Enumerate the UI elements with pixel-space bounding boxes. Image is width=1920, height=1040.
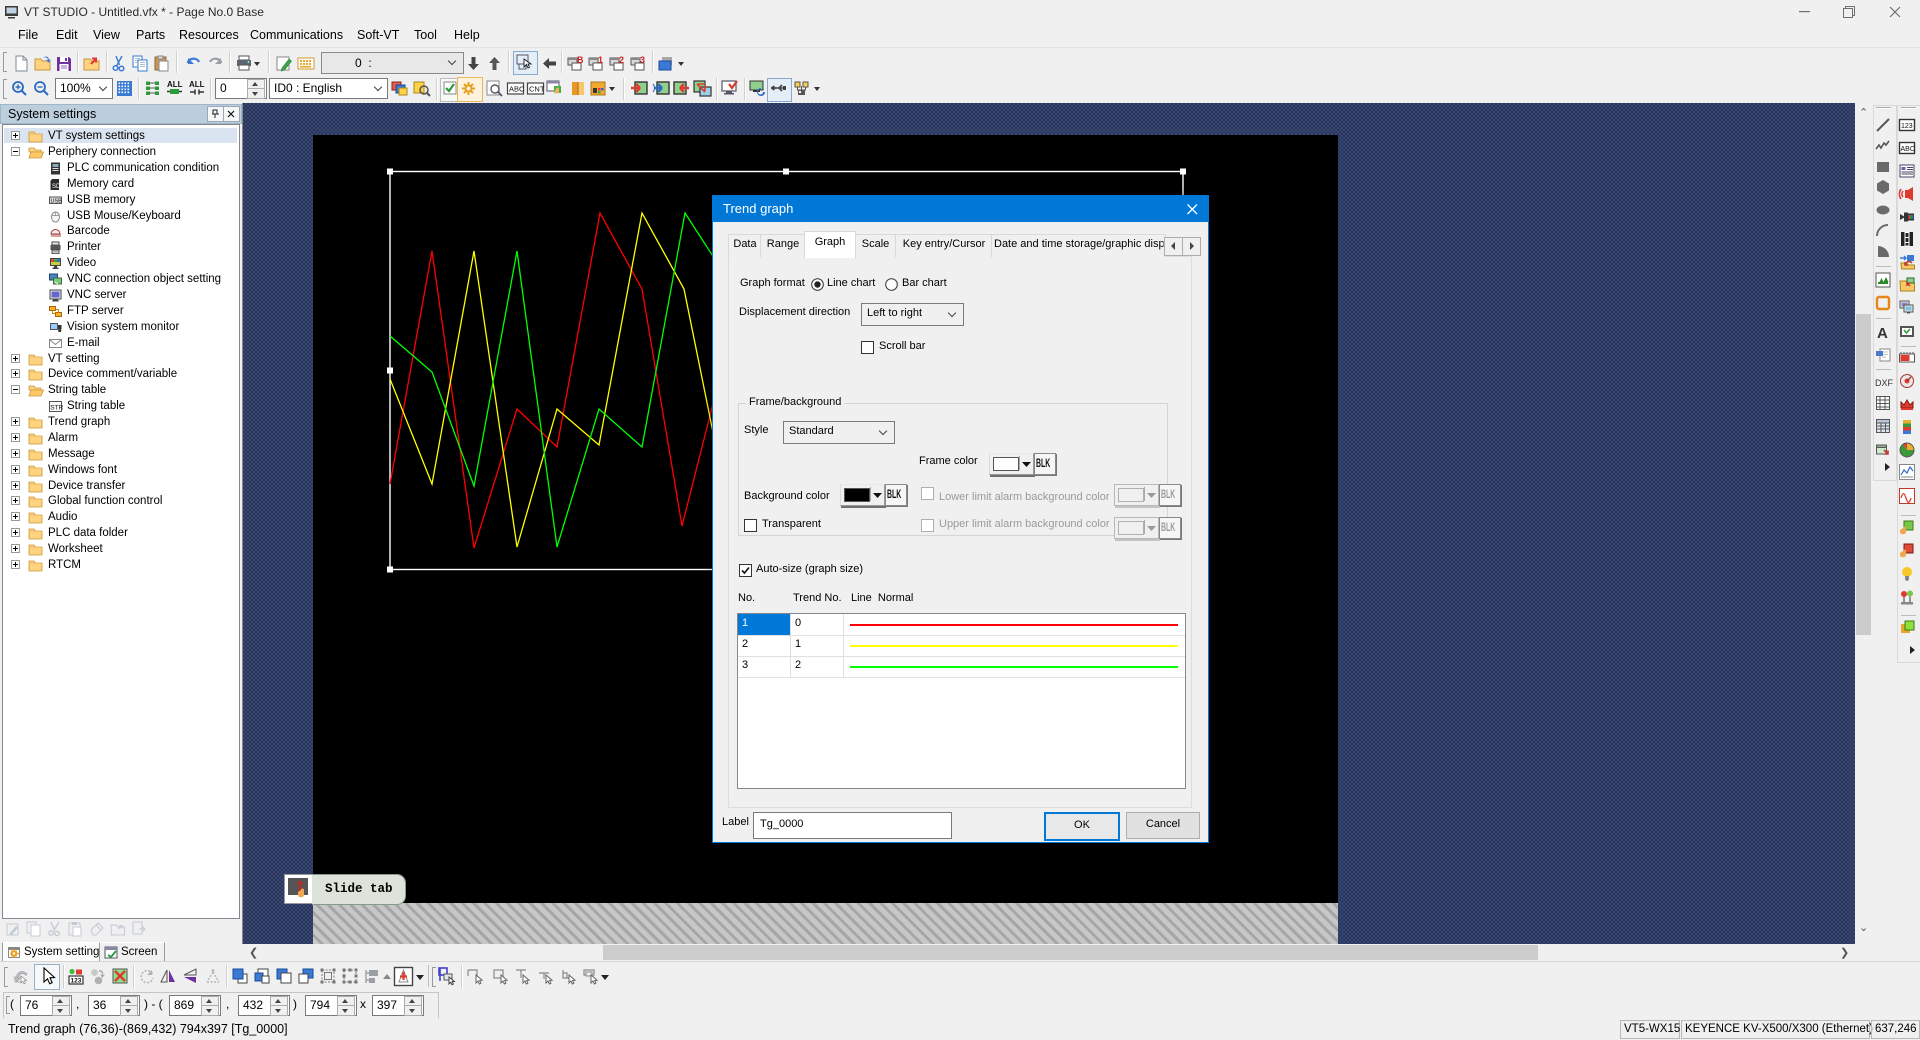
svg-text:3: 3 xyxy=(640,55,645,65)
svg-text:USB: USB xyxy=(51,199,63,205)
svg-text:1: 1 xyxy=(598,55,603,65)
svg-text:2: 2 xyxy=(619,55,624,65)
svg-text:CNT: CNT xyxy=(529,85,545,94)
svg-text:STR: STR xyxy=(50,405,63,412)
svg-text:A: A xyxy=(1877,325,1888,342)
svg-text:123: 123 xyxy=(71,978,82,985)
svg-text:DXF: DXF xyxy=(1875,378,1894,388)
svg-text:ALL: ALL xyxy=(167,80,183,89)
svg-text:ABC: ABC xyxy=(509,85,525,94)
svg-text:SD: SD xyxy=(52,184,61,190)
svg-text:B: B xyxy=(577,55,584,65)
svg-text:ABC: ABC xyxy=(1901,146,1915,153)
svg-text:123: 123 xyxy=(1901,123,1913,130)
svg-text:ALL: ALL xyxy=(189,80,205,89)
